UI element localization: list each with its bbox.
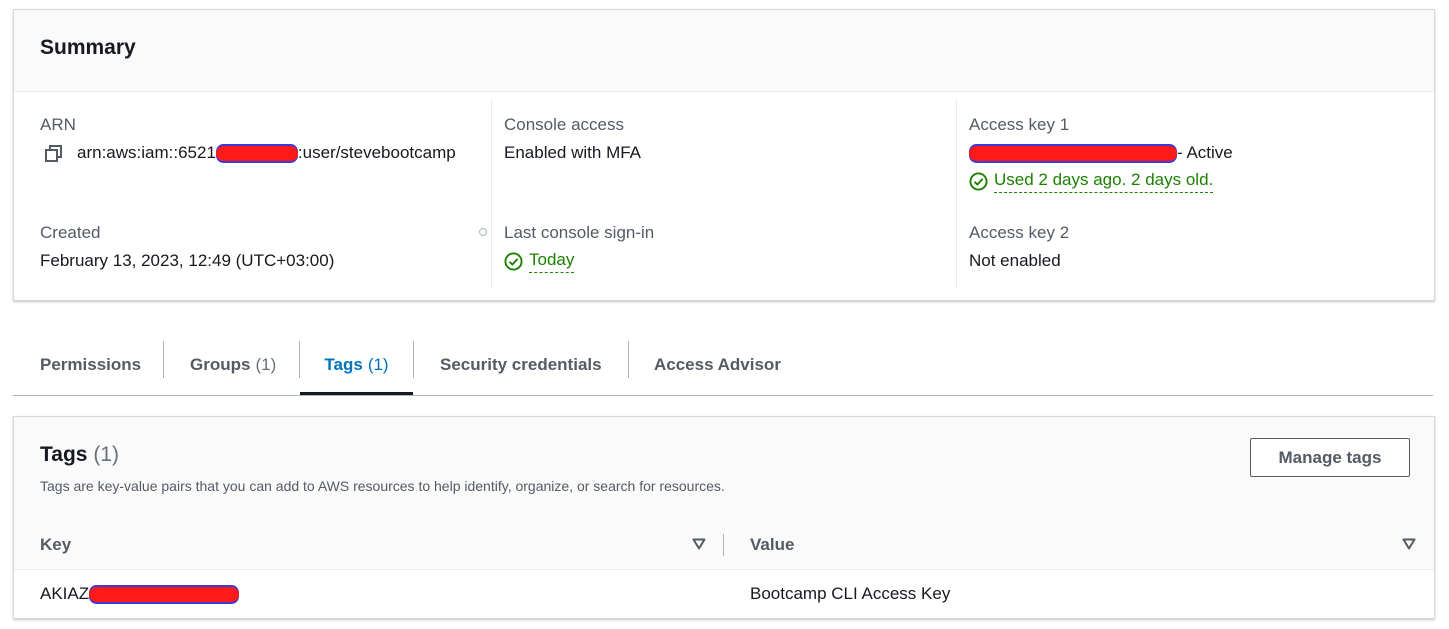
- arn-label: ARN: [40, 115, 76, 134]
- tab-security-credentials[interactable]: Security credentials: [440, 337, 602, 393]
- check-circle-icon: [504, 252, 523, 271]
- access-key2-label: Access key 2: [969, 223, 1070, 242]
- table-header: Key Value: [14, 520, 1434, 570]
- tab-separator: [413, 341, 414, 378]
- tags-title: Tags (1): [40, 443, 119, 467]
- last-signin-label: Last console sign-in: [504, 223, 655, 242]
- column-header-value[interactable]: Value: [750, 535, 794, 555]
- check-circle-icon: [969, 172, 988, 191]
- column-header-key[interactable]: Key: [40, 535, 71, 555]
- tag-key-cell: AKIAZ: [40, 584, 240, 604]
- manage-tags-button[interactable]: Manage tags: [1250, 438, 1410, 477]
- sort-down-icon[interactable]: [1402, 538, 1416, 550]
- summary-header: Summary: [14, 10, 1434, 92]
- arn-suffix: :user/stevebootcamp: [297, 143, 456, 162]
- arn-value: arn:aws:iam::6521 :user/stevebootcamp: [77, 143, 456, 163]
- tab-separator: [163, 341, 164, 378]
- tags-panel: Tags (1) Tags are key-value pairs that y…: [13, 416, 1435, 619]
- sort-down-icon[interactable]: [692, 538, 706, 550]
- tab-tags[interactable]: Tags (1): [300, 337, 413, 395]
- tab-count: (1): [255, 355, 277, 374]
- tab-label: Tags: [324, 354, 363, 374]
- column-divider: [491, 98, 492, 288]
- resize-dot: [479, 228, 487, 236]
- tag-key-text: AKIAZ: [40, 584, 90, 603]
- tab-access-advisor[interactable]: Access Advisor: [654, 337, 781, 393]
- access-key2-value: Not enabled: [969, 251, 1061, 270]
- created-value: February 13, 2023, 12:49 (UTC+03:00): [40, 251, 335, 270]
- access-key1-label: Access key 1: [969, 115, 1070, 134]
- redaction-mark: [215, 146, 298, 162]
- tab-bar: Permissions Groups (1) Tags (1) Security c…: [13, 337, 1433, 396]
- arn-prefix: arn:aws:iam::6521: [77, 143, 216, 162]
- tab-label: Access Advisor: [654, 355, 781, 374]
- console-access-value: Enabled with MFA: [504, 143, 642, 162]
- redaction-mark: [89, 587, 240, 603]
- summary-panel: Summary ARN arn:aws:iam::6521 :user/steve…: [13, 9, 1435, 301]
- tab-label: Permissions: [40, 355, 142, 374]
- tab-count: (1): [367, 354, 389, 374]
- access-key1-status: - Active: [1177, 143, 1233, 162]
- tab-label: Security credentials: [440, 355, 602, 374]
- last-signin-value[interactable]: Today: [504, 250, 575, 273]
- access-key1-value: - Active: [969, 143, 1233, 163]
- last-signin-text: Today: [529, 250, 575, 273]
- column-divider: [956, 98, 957, 288]
- tab-label: Groups: [190, 355, 251, 374]
- tab-groups[interactable]: Groups (1): [190, 337, 276, 393]
- copy-icon[interactable]: [44, 144, 64, 164]
- tab-permissions[interactable]: Permissions: [40, 337, 141, 393]
- access-key1-usage-text: Used 2 days ago. 2 days old.: [994, 170, 1214, 193]
- tab-separator: [628, 341, 629, 378]
- redaction-mark: [969, 146, 1177, 162]
- tags-title-text: Tags: [40, 443, 88, 466]
- column-divider[interactable]: [723, 534, 724, 556]
- created-label: Created: [40, 223, 101, 242]
- tag-value-cell: Bootcamp CLI Access Key: [750, 584, 951, 603]
- summary-title: Summary: [40, 36, 136, 59]
- tags-description: Tags are key-value pairs that you can ad…: [40, 478, 725, 494]
- console-access-label: Console access: [504, 115, 625, 134]
- tags-count: (1): [93, 443, 119, 466]
- access-key1-usage[interactable]: Used 2 days ago. 2 days old.: [969, 170, 1214, 193]
- tags-header: Tags (1) Tags are key-value pairs that y…: [14, 417, 1434, 521]
